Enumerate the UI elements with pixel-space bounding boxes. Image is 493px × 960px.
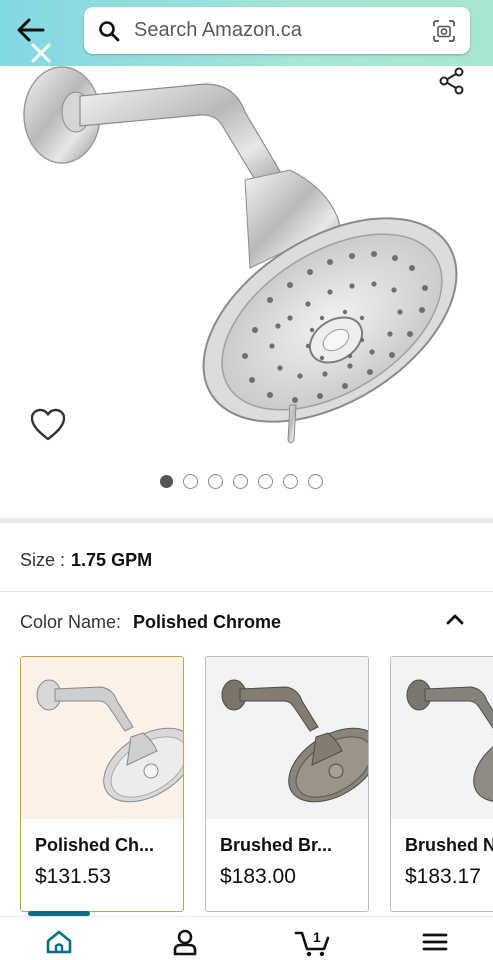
size-value: 1.75 GPM <box>71 550 153 570</box>
color-swatch-brushed-nickel[interactable]: Brushed N $183.17 <box>390 656 493 912</box>
size-row[interactable]: Size :1.75 GPM <box>20 550 152 571</box>
swatch-name: Brushed Br... <box>220 835 333 855</box>
color-value: Polished Chrome <box>133 612 282 632</box>
bottom-nav: 1 <box>0 916 493 960</box>
camera-lens-icon[interactable] <box>432 19 456 43</box>
nav-home[interactable] <box>42 927 76 957</box>
color-row[interactable]: Color Name: Polished Chrome <box>20 612 470 633</box>
swatch-price: $183.00 <box>220 865 296 888</box>
swatch-price: $131.53 <box>35 865 111 888</box>
chevron-up-icon[interactable] <box>442 606 468 632</box>
nav-cart[interactable]: 1 <box>294 927 334 957</box>
menu-icon <box>422 933 448 951</box>
swatch-image <box>206 657 368 819</box>
search-bar[interactable] <box>84 7 470 54</box>
nav-menu[interactable] <box>418 927 452 957</box>
carousel-dot[interactable] <box>233 474 248 489</box>
shower-head-image <box>23 66 458 444</box>
swatch-image <box>21 657 183 819</box>
size-label: Size : <box>20 550 66 570</box>
search-input[interactable] <box>134 19 414 42</box>
color-label: Color Name: <box>20 612 122 632</box>
carousel-dot[interactable] <box>160 475 173 488</box>
cart-icon: 1 <box>294 929 330 957</box>
search-icon <box>99 20 120 41</box>
swatch-name: Brushed N <box>405 835 493 855</box>
divider <box>0 591 493 592</box>
carousel-dot[interactable] <box>183 474 198 489</box>
carousel-dot[interactable] <box>208 474 223 489</box>
cart-count: 1 <box>313 929 321 945</box>
top-header <box>0 0 493 66</box>
section-divider <box>0 518 493 523</box>
carousel-dot[interactable] <box>258 474 273 489</box>
account-icon <box>173 929 197 956</box>
carousel-dot[interactable] <box>308 474 323 489</box>
heart-icon[interactable] <box>30 408 66 442</box>
close-icon <box>31 43 51 63</box>
image-carousel-dots <box>160 474 323 489</box>
swatch-image <box>391 657 493 819</box>
swatch-name: Polished Ch... <box>35 835 155 855</box>
carousel-dot[interactable] <box>283 474 298 489</box>
close-button[interactable] <box>28 40 54 66</box>
color-swatch-polished-chrome[interactable]: Polished Ch... $131.53 <box>20 656 184 912</box>
share-icon[interactable] <box>437 66 467 96</box>
product-image[interactable] <box>0 66 493 496</box>
color-swatch-brushed-bronze[interactable]: Brushed Br... $183.00 <box>205 656 369 912</box>
swatch-price: $183.17 <box>405 865 481 888</box>
nav-account[interactable] <box>168 927 202 957</box>
home-icon <box>46 930 72 954</box>
